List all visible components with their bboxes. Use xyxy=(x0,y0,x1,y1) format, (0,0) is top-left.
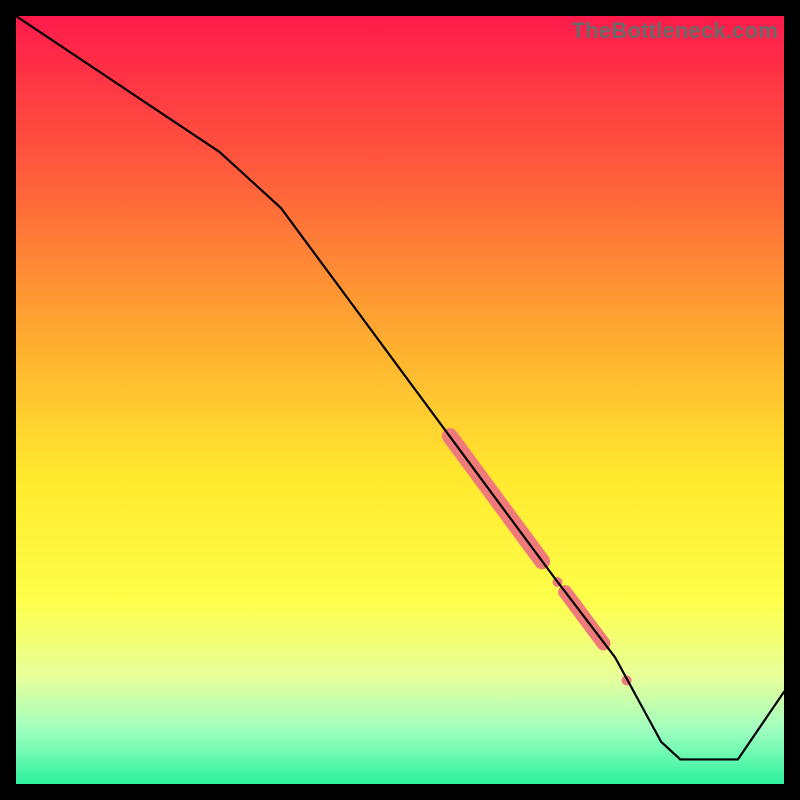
chart-background xyxy=(16,16,784,784)
chart-svg xyxy=(16,16,784,784)
watermark-label: TheBottleneck.com xyxy=(572,18,778,44)
chart-frame: TheBottleneck.com xyxy=(16,16,784,784)
